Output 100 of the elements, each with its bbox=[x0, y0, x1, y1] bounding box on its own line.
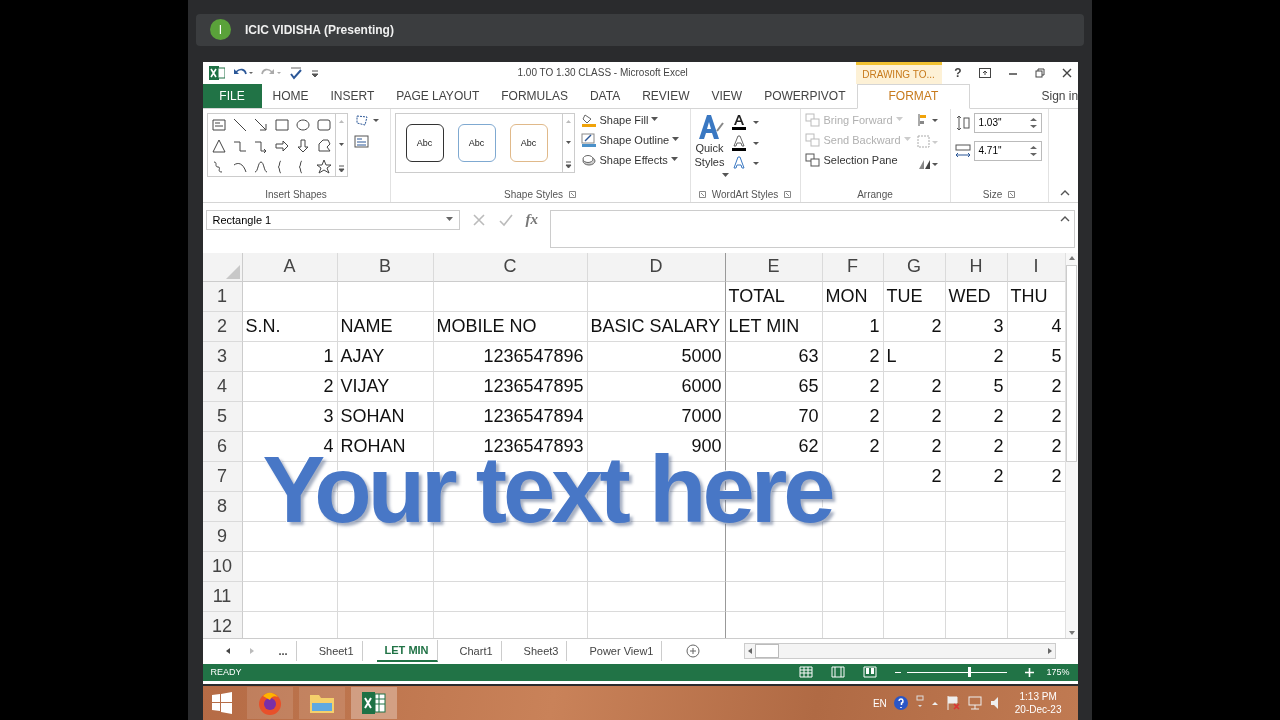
row-header[interactable]: 5 bbox=[202, 401, 243, 432]
language-indicator[interactable]: EN bbox=[872, 697, 887, 709]
insert-function-button[interactable]: fx bbox=[525, 211, 538, 229]
enter-check-icon[interactable] bbox=[497, 212, 514, 227]
shape-style-preset[interactable]: Abc bbox=[509, 123, 548, 162]
column-header[interactable]: I bbox=[1007, 252, 1065, 282]
shape-icon[interactable] bbox=[315, 137, 332, 154]
text-outline-icon[interactable] bbox=[730, 133, 761, 152]
shape-style-preset[interactable]: Abc bbox=[457, 123, 496, 162]
column-header[interactable]: F bbox=[822, 252, 884, 282]
zoom-level[interactable]: 175% bbox=[1046, 667, 1070, 678]
sheet-tab[interactable]: Sheet1 bbox=[310, 641, 363, 662]
select-all-corner[interactable] bbox=[202, 252, 243, 282]
zoom-in-icon[interactable] bbox=[1025, 667, 1035, 677]
shape-format-button[interactable]: Shape Effects bbox=[599, 153, 668, 166]
taskbar-app[interactable] bbox=[246, 687, 293, 720]
spelling-check-icon[interactable] bbox=[288, 65, 303, 80]
dropdown-caret-icon[interactable] bbox=[670, 157, 678, 163]
ribbon-tab[interactable]: REVIEW bbox=[631, 83, 701, 108]
dropdown-caret-icon[interactable] bbox=[445, 217, 453, 223]
sheet-tab[interactable]: Power View1 bbox=[581, 641, 663, 662]
normal-view-icon[interactable] bbox=[799, 666, 814, 679]
column-header[interactable]: A bbox=[242, 252, 338, 282]
network-icon[interactable] bbox=[966, 695, 983, 712]
sheet-tab[interactable]: Chart1 bbox=[451, 641, 502, 662]
expand-formula-bar-icon[interactable] bbox=[1059, 214, 1070, 222]
page-layout-view-icon[interactable] bbox=[831, 666, 846, 679]
ribbon-tab[interactable]: FORMULAS bbox=[490, 83, 579, 108]
ribbon-display-icon[interactable] bbox=[978, 67, 991, 78]
row-header[interactable]: 11 bbox=[202, 581, 243, 612]
ribbon-tab[interactable]: PAGE LAYOUT bbox=[385, 83, 491, 108]
help-icon[interactable] bbox=[892, 695, 909, 712]
spinner-icon[interactable] bbox=[1029, 115, 1037, 130]
align-icon[interactable] bbox=[916, 112, 939, 127]
row-header[interactable]: 9 bbox=[202, 521, 243, 552]
line-icon[interactable] bbox=[231, 116, 248, 133]
action-center-flag-icon[interactable] bbox=[944, 695, 961, 712]
dialog-launcher-icon[interactable] bbox=[568, 190, 576, 198]
row-header[interactable]: 12 bbox=[202, 611, 243, 638]
quick-styles-button[interactable]: Quick Styles bbox=[694, 140, 725, 170]
dropdown-caret-icon[interactable] bbox=[651, 117, 659, 123]
customize-toolbar-icon[interactable] bbox=[310, 67, 319, 78]
formula-input[interactable] bbox=[550, 209, 1075, 248]
show-hidden-icons[interactable] bbox=[930, 699, 939, 708]
restore-icon[interactable] bbox=[1034, 67, 1045, 78]
triangle-icon[interactable] bbox=[210, 137, 227, 154]
zoom-out-icon[interactable] bbox=[895, 671, 902, 674]
width-field[interactable]: 4.71" bbox=[973, 140, 1042, 161]
close-icon[interactable] bbox=[1061, 67, 1072, 78]
column-header[interactable]: B bbox=[337, 252, 434, 282]
row-header[interactable]: 1 bbox=[202, 281, 243, 312]
column-header[interactable]: D bbox=[587, 252, 726, 282]
arrange-button[interactable]: Selection Pane bbox=[823, 153, 898, 166]
more-sheets-button[interactable]: ... bbox=[270, 641, 297, 662]
text-fill-icon[interactable] bbox=[730, 112, 761, 131]
row-header[interactable]: 8 bbox=[202, 491, 243, 522]
column-header[interactable]: C bbox=[433, 252, 588, 282]
dialog-launcher-icon[interactable] bbox=[698, 190, 706, 198]
dialog-launcher-icon[interactable] bbox=[784, 190, 792, 198]
row-header[interactable]: 4 bbox=[202, 371, 243, 402]
clock-date[interactable]: 20-Dec-23 bbox=[1014, 704, 1062, 716]
arrow-icon[interactable] bbox=[252, 116, 269, 133]
ribbon-tab[interactable]: DATA bbox=[578, 83, 632, 108]
shape-style-preset[interactable]: Abc bbox=[405, 123, 444, 162]
shapes-gallery[interactable] bbox=[206, 112, 348, 177]
column-header[interactable]: G bbox=[883, 252, 946, 282]
sheet-tab[interactable]: LET MIN bbox=[376, 640, 438, 663]
row-header[interactable]: 10 bbox=[202, 551, 243, 582]
dropdown-caret-icon[interactable] bbox=[672, 137, 680, 143]
taskbar-app[interactable] bbox=[298, 687, 345, 720]
row-header[interactable]: 3 bbox=[202, 341, 243, 372]
shape-styles-gallery[interactable]: Abc Abc Abc bbox=[394, 112, 575, 173]
taskbar-app[interactable] bbox=[350, 687, 397, 720]
file-tab[interactable]: FILE bbox=[202, 83, 262, 108]
sign-in-link[interactable]: Sign in bbox=[1041, 83, 1078, 108]
height-field[interactable]: 1.03" bbox=[973, 112, 1042, 133]
ribbon-tab[interactable]: VIEW bbox=[700, 83, 754, 108]
clock-time[interactable]: 1:13 PM bbox=[1019, 691, 1057, 703]
shape-format-button[interactable]: Shape Outline bbox=[599, 133, 670, 146]
add-sheet-icon[interactable] bbox=[686, 644, 701, 659]
collapse-ribbon-icon[interactable] bbox=[1059, 188, 1070, 196]
scrollbar-thumb[interactable] bbox=[1066, 264, 1077, 462]
row-header[interactable]: 7 bbox=[202, 461, 243, 492]
ribbon-tab[interactable]: INSERT bbox=[319, 83, 386, 108]
name-box[interactable]: Rectangle 1 bbox=[205, 209, 460, 230]
column-header[interactable]: E bbox=[725, 252, 823, 282]
ribbon-tab[interactable]: HOME bbox=[261, 83, 320, 108]
scrollbar-thumb[interactable] bbox=[754, 644, 779, 659]
row-header[interactable]: 2 bbox=[202, 311, 243, 342]
row-header[interactable]: 6 bbox=[202, 431, 243, 462]
dialog-launcher-icon[interactable] bbox=[1008, 190, 1016, 198]
spinner-icon[interactable] bbox=[1029, 143, 1037, 158]
column-header[interactable]: H bbox=[945, 252, 1008, 282]
page-break-view-icon[interactable] bbox=[863, 666, 878, 679]
zoom-slider-thumb[interactable] bbox=[968, 666, 972, 677]
shape-format-button[interactable]: Shape Fill bbox=[599, 113, 649, 126]
edit-shape-icon[interactable] bbox=[353, 112, 380, 127]
sheet-tab[interactable]: Sheet3 bbox=[515, 641, 568, 662]
star-icon[interactable] bbox=[315, 158, 332, 175]
ribbon-tab[interactable]: POWERPIVOT bbox=[753, 83, 857, 108]
